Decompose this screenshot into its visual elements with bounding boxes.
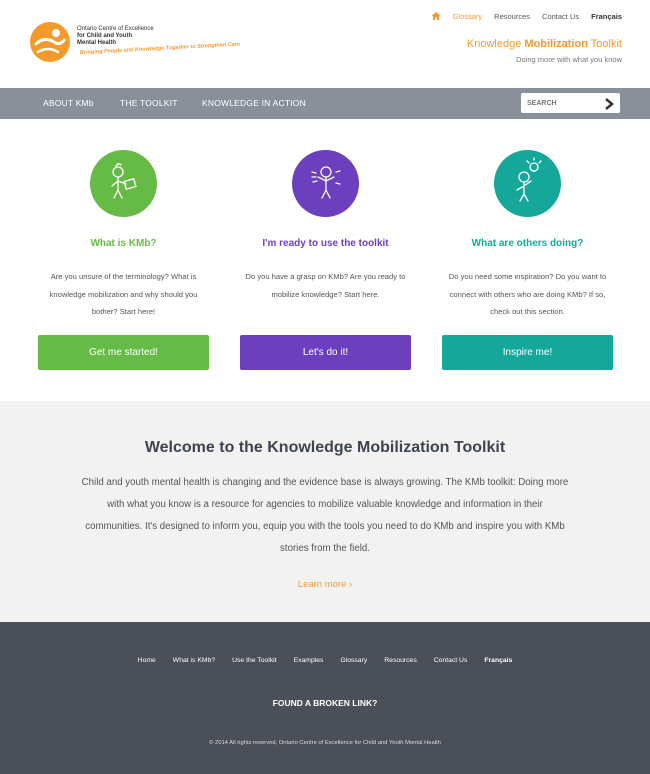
brand-post: Toolkit: [587, 38, 622, 50]
brand-pre: Knowledge: [466, 38, 525, 50]
logo-line-2: for Child and Youth: [77, 33, 133, 39]
broken-link-report[interactable]: FOUND A BROKEN LINK?: [0, 698, 650, 708]
footer-link-home[interactable]: Home: [138, 657, 156, 664]
footer-link-contact[interactable]: Contact Us: [434, 657, 468, 664]
card-title: What is KMb?: [90, 238, 157, 249]
footer-link-examples[interactable]: Examples: [294, 657, 324, 664]
topnav-glossary[interactable]: Glossary: [453, 12, 483, 21]
footer-nav: Home What is KMb? Use the Toolkit Exampl…: [0, 657, 650, 664]
footer: Home What is KMb? Use the Toolkit Exampl…: [0, 622, 650, 774]
nav-the-toolkit[interactable]: THE TOOLKIT: [120, 88, 178, 119]
nav-knowledge-in-action[interactable]: KNOWLEDGE IN ACTION: [202, 88, 306, 119]
excited-figure-icon: [292, 150, 359, 217]
welcome-section: Welcome to the Knowledge Mobilization To…: [0, 401, 650, 622]
card-title: I'm ready to use the toolkit: [262, 238, 389, 249]
welcome-title: Welcome to the Knowledge Mobilization To…: [144, 439, 506, 456]
logo-line-1: Ontario Centre of Excellence: [77, 26, 154, 32]
learn-more-link[interactable]: Learn more ›: [0, 579, 650, 590]
card-text: Do you have a grasp on KMb? Are you read…: [245, 272, 406, 299]
brand-bold: Mobilization: [524, 38, 588, 50]
search-input[interactable]: [527, 97, 597, 109]
footer-link-glossary[interactable]: Glossary: [340, 657, 367, 664]
topnav-contact[interactable]: Contact Us: [542, 12, 579, 21]
brand-subtitle: Doing more with what you know: [516, 55, 622, 64]
card-text: Do you need some inspiration? Do you wan…: [448, 272, 607, 316]
lightbulb-figure-icon: [494, 150, 561, 217]
site-logo[interactable]: Ontario Centre of Excellence for Child a…: [30, 20, 270, 70]
card-text: Are you unsure of the terminology? What …: [49, 272, 198, 316]
welcome-text: Child and youth mental health is changin…: [81, 477, 569, 554]
search-box: [521, 93, 620, 113]
brand-title: Knowledge Mobilization Toolkit: [467, 38, 622, 50]
main-nav: ABOUT KMb THE TOOLKIT KNOWLEDGE IN ACTIO…: [0, 88, 650, 119]
inspire-me-button[interactable]: Inspire me!: [442, 335, 613, 370]
logo-text: Ontario Centre of Excellence for Child a…: [77, 26, 154, 47]
home-icon[interactable]: [431, 11, 441, 21]
footer-link-french[interactable]: Français: [484, 657, 512, 664]
card-title: What are others doing?: [471, 238, 584, 249]
get-me-started-button[interactable]: Get me started!: [38, 335, 209, 370]
header: Ontario Centre of Excellence for Child a…: [0, 0, 650, 88]
lets-do-it-button[interactable]: Let's do it!: [240, 335, 411, 370]
footer-link-resources[interactable]: Resources: [384, 657, 417, 664]
topnav-resources[interactable]: Resources: [494, 12, 530, 21]
search-arrow-icon[interactable]: [603, 97, 615, 110]
top-nav: Glossary Resources Contact Us Français: [431, 11, 622, 21]
thinking-figure-icon: [90, 150, 157, 217]
nav-about-kmb[interactable]: ABOUT KMb: [43, 88, 94, 119]
copyright: © 2014 All rights reserved, Ontario Cent…: [209, 740, 441, 746]
footer-link-what-is-kmb[interactable]: What is KMb?: [173, 657, 215, 664]
topnav-french[interactable]: Français: [591, 12, 622, 21]
footer-link-use-toolkit[interactable]: Use the Toolkit: [232, 657, 276, 664]
logo-mark-icon: [30, 22, 70, 62]
